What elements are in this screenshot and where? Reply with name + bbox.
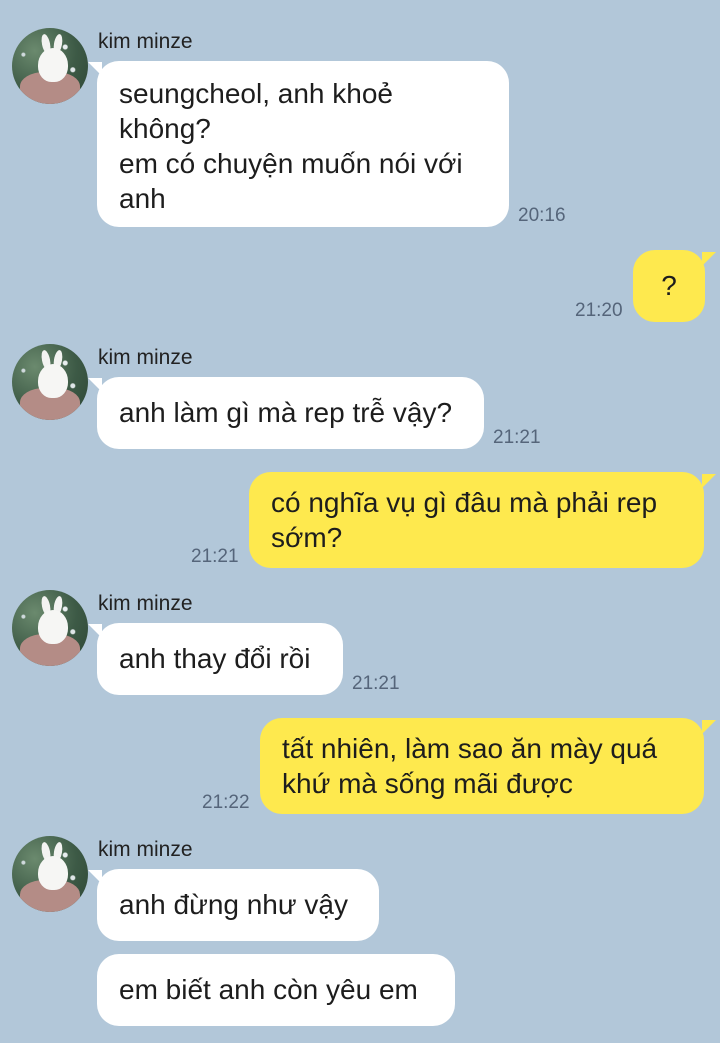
message-bubble-incoming[interactable]: anh thay đổi rồi: [97, 623, 343, 695]
message-bubble-outgoing[interactable]: ?: [633, 250, 705, 322]
sender-name: kim minze: [98, 838, 193, 861]
message-bubble-outgoing[interactable]: tất nhiên, làm sao ăn mày quá khứ mà sốn…: [260, 718, 704, 814]
message-bubble-incoming[interactable]: seungcheol, anh khoẻ không? em có chuyện…: [97, 61, 509, 227]
message-bubble-outgoing[interactable]: có nghĩa vụ gì đâu mà phải rep sớm?: [249, 472, 704, 568]
sender-name: kim minze: [98, 592, 193, 615]
message-time: 20:16: [518, 205, 566, 226]
sender-name: kim minze: [98, 30, 193, 53]
message-time: 21:20: [575, 300, 623, 321]
message-bubble-incoming[interactable]: em biết anh còn yêu em: [97, 954, 455, 1026]
contact-avatar[interactable]: [12, 344, 88, 420]
bubble-tail: [702, 720, 716, 734]
bubble-tail: [702, 474, 716, 488]
contact-avatar[interactable]: [12, 836, 88, 912]
message-time: 21:21: [191, 546, 239, 567]
contact-avatar[interactable]: [12, 28, 88, 104]
message-time: 21:22: [202, 792, 250, 813]
bottom-edge: [0, 1039, 720, 1043]
bubble-tail: [702, 252, 716, 266]
sender-name: kim minze: [98, 346, 193, 369]
message-time: 21:21: [352, 673, 400, 694]
message-bubble-incoming[interactable]: anh làm gì mà rep trễ vậy?: [97, 377, 484, 449]
message-time: 21:21: [493, 427, 541, 448]
message-bubble-incoming[interactable]: anh đừng như vậy: [97, 869, 379, 941]
contact-avatar[interactable]: [12, 590, 88, 666]
